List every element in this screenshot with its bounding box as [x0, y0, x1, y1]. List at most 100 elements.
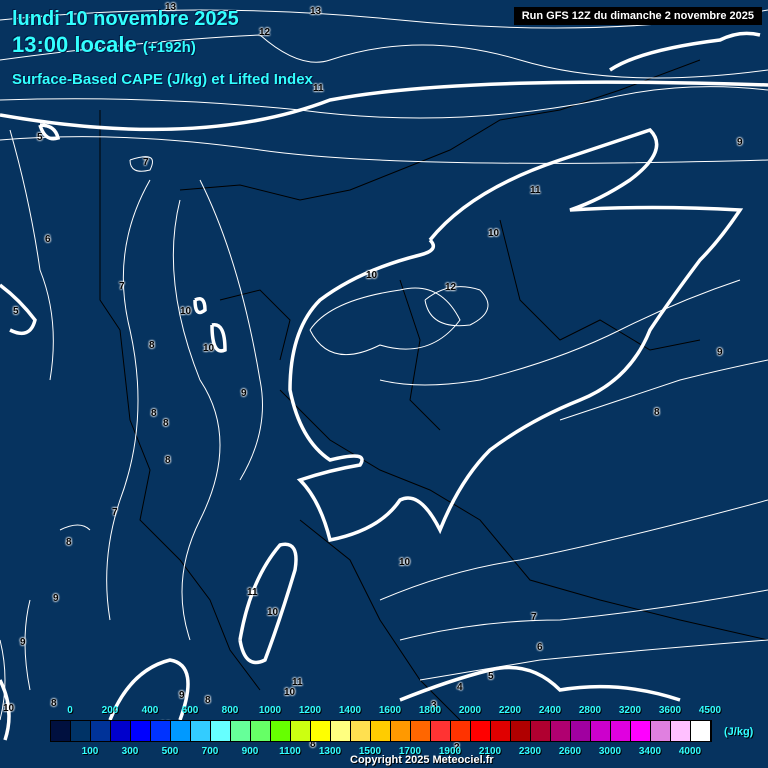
contour-label: 5 [488, 671, 494, 682]
contour-label: 10 [488, 228, 500, 239]
contour-label: 7 [531, 612, 537, 623]
colorbar-tick-label: 1000 [258, 705, 282, 716]
colorbar-swatch [291, 721, 311, 741]
contour-label: 12 [259, 27, 271, 38]
colorbar-tick-label: 700 [201, 746, 219, 757]
colorbar-swatch [171, 721, 191, 741]
contour-label: 9 [241, 388, 247, 399]
coastlines-borders [99, 59, 768, 721]
colorbar-tick-label: 3000 [598, 746, 622, 757]
colorbar-swatch [151, 721, 171, 741]
colorbar-swatch [271, 721, 291, 741]
colorbar-swatch [131, 721, 151, 741]
contour-label: 7 [143, 157, 149, 168]
contour-label: 8 [51, 698, 57, 709]
colorbar-tick-label: 2000 [458, 705, 482, 716]
colorbar-swatch [111, 721, 131, 741]
contour-label: 13 [165, 2, 177, 13]
colorbar-swatch [71, 721, 91, 741]
contour-label: 10 [267, 607, 279, 618]
colorbar-tick-label: 200 [101, 705, 119, 716]
colorbar-swatch [611, 721, 631, 741]
colorbar-swatch [391, 721, 411, 741]
colorbar-swatch [471, 721, 491, 741]
contour-label: 10 [3, 703, 15, 714]
local-time: 13:00 locale [12, 32, 137, 57]
colorbar-tick-label: 1100 [279, 746, 301, 757]
colorbar-tick-label: 3600 [658, 705, 682, 716]
contour-label: 12 [445, 282, 457, 293]
contour-label: 13 [310, 6, 322, 17]
colorbar-swatch [691, 721, 711, 741]
colorbar-swatch [531, 721, 551, 741]
contour-label: 7 [112, 507, 118, 518]
colorbar-swatch [511, 721, 531, 741]
colorbar-swatch [251, 721, 271, 741]
colorbar-swatch [551, 721, 571, 741]
colorbar-tick-label: 4000 [678, 746, 702, 757]
contour-label: 8 [66, 537, 72, 548]
colorbar-tick-label: 1600 [378, 705, 402, 716]
contour-label: 8 [149, 340, 155, 351]
contour-label: 9 [179, 690, 185, 701]
contour-label: 10 [180, 306, 192, 317]
colorbar-tick-label: 1300 [318, 746, 342, 757]
colorbar-swatch [671, 721, 691, 741]
contour-label: 8 [205, 695, 211, 706]
colorbar-swatch [571, 721, 591, 741]
forecast-time: 13:00 locale (+192h) [12, 32, 196, 58]
colorbar-swatch [191, 721, 211, 741]
colorbar-tick-label: 2200 [498, 705, 522, 716]
copyright: Copyright 2025 Meteociel.fr [350, 754, 494, 766]
colorbar-tick-label: 0 [67, 705, 73, 716]
colorbar-swatch [51, 721, 71, 741]
contour-label: 8 [165, 455, 171, 466]
colorbar-tick-label: 4500 [698, 705, 722, 716]
colorbar-tick-label: 3200 [618, 705, 642, 716]
colorbar-swatch [351, 721, 371, 741]
contour-label: 7 [119, 281, 125, 292]
contour-label: 6 [537, 642, 543, 653]
forecast-date: lundi 10 novembre 2025 [12, 8, 239, 30]
colorbar-swatch [331, 721, 351, 741]
colorbar-swatch [651, 721, 671, 741]
colorbar-tick-label: 3400 [638, 746, 662, 757]
contour-label: 9 [53, 593, 59, 604]
contour-label: 9 [717, 347, 723, 358]
colorbar-tick-label: 500 [161, 746, 179, 757]
colorbar-swatch [491, 721, 511, 741]
contour-label: 10 [399, 557, 411, 568]
colorbar-tick-label: 1800 [418, 705, 442, 716]
colorbar-unit: (J/kg) [724, 726, 754, 738]
parameter-title: Surface-Based CAPE (J/kg) et Lifted Inde… [12, 71, 313, 88]
lead-time: (+192h) [142, 39, 196, 56]
contour-label: 11 [313, 83, 324, 94]
contour-label: 6 [45, 234, 51, 245]
contour-label: 11 [292, 677, 303, 688]
colorbar-tick-label: 1200 [298, 705, 322, 716]
colorbar-swatch [451, 721, 471, 741]
colorbar-swatch [91, 721, 111, 741]
contour-label: 9 [737, 137, 743, 148]
contour-label: 11 [530, 185, 541, 196]
colorbar-swatch [411, 721, 431, 741]
colorbar-tick-label: 2600 [558, 746, 582, 757]
colorbar-tick-label: 1400 [338, 705, 362, 716]
cape-colorbar [50, 720, 712, 742]
colorbar-tick-label: 900 [241, 746, 259, 757]
contour-label: 10 [284, 687, 296, 698]
li-contours-thick [0, 31, 768, 741]
colorbar-swatch [231, 721, 251, 741]
colorbar-tick-label: 600 [181, 705, 199, 716]
colorbar-swatch [371, 721, 391, 741]
run-info: Run GFS 12Z du dimanche 2 novembre 2025 [513, 7, 762, 25]
contour-label: 8 [163, 418, 169, 429]
colorbar-tick-label: 2400 [538, 705, 562, 716]
weather-map [0, 9, 768, 741]
contour-label: 8 [151, 408, 157, 419]
contour-label: 5 [37, 132, 43, 143]
colorbar-tick-label: 2300 [518, 746, 542, 757]
colorbar-tick-label: 800 [221, 705, 239, 716]
colorbar-swatch [631, 721, 651, 741]
contour-label: 10 [203, 343, 215, 354]
